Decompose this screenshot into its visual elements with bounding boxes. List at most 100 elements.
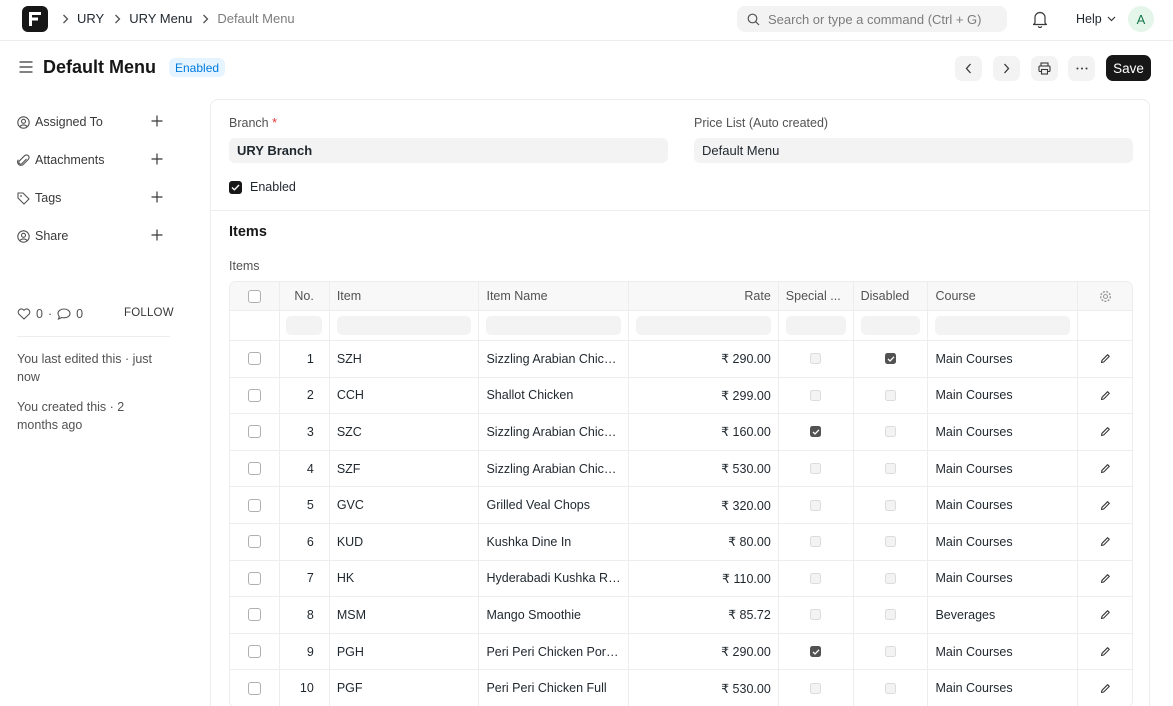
notifications-bell[interactable] — [1032, 10, 1048, 31]
row-special-cell[interactable] — [779, 377, 854, 414]
enabled-checkbox-row[interactable]: Enabled — [229, 180, 296, 194]
row-item-code[interactable]: MSM — [330, 597, 480, 633]
row-special-checkbox[interactable] — [810, 682, 822, 694]
row-edit-button[interactable] — [1078, 670, 1132, 706]
row-select-cell[interactable] — [230, 560, 280, 597]
row-disabled-checkbox[interactable] — [885, 499, 897, 511]
row-disabled-checkbox[interactable] — [885, 389, 897, 401]
row-select-cell[interactable] — [230, 523, 280, 560]
row-select-cell[interactable] — [230, 414, 280, 450]
row-special-checkbox[interactable] — [810, 646, 822, 658]
row-disabled-checkbox[interactable] — [885, 536, 897, 548]
row-rate[interactable]: ₹ 160.00 — [629, 414, 779, 450]
prev-doc-button[interactable] — [955, 56, 982, 81]
help-dropdown[interactable]: Help — [1076, 12, 1116, 26]
row-item-name-cell[interactable]: Sizzling Arabian Chicken Quarter — [479, 414, 630, 450]
row-edit-button[interactable] — [1078, 634, 1132, 670]
plus-icon[interactable] — [151, 229, 163, 244]
row-select-cell[interactable] — [230, 670, 280, 706]
row-rate[interactable]: ₹ 530.00 — [629, 450, 779, 487]
row-course[interactable]: Main Courses — [928, 377, 1079, 414]
row-course[interactable]: Beverages — [928, 597, 1079, 633]
row-disabled-cell[interactable] — [854, 670, 929, 706]
grid-header-select-all[interactable] — [230, 282, 280, 310]
row-edit-button[interactable] — [1078, 561, 1132, 597]
table-row[interactable]: 9 PGH Peri Peri Chicken Portion ₹ 290.00… — [230, 633, 1132, 671]
row-disabled-checkbox[interactable] — [885, 646, 897, 658]
row-item-code[interactable]: PGF — [330, 670, 480, 706]
row-rate[interactable]: ₹ 85.72 — [629, 597, 779, 633]
col-header-item[interactable]: Item — [330, 282, 480, 310]
awesome-bar[interactable] — [737, 6, 1007, 32]
row-special-checkbox[interactable] — [810, 499, 822, 511]
sidebar-item-attachments[interactable]: Attachments — [17, 150, 167, 170]
row-special-cell[interactable] — [779, 523, 854, 560]
row-select-cell[interactable] — [230, 633, 280, 670]
row-select-checkbox[interactable] — [247, 571, 261, 585]
table-row[interactable]: 1 SZH Sizzling Arabian Chicken Half ₹ 29… — [230, 341, 1132, 378]
row-item-code[interactable]: PGH — [330, 633, 480, 670]
row-item-code[interactable]: SZF — [330, 450, 480, 487]
row-item-name-cell[interactable]: Peri Peri Chicken Portion — [479, 633, 630, 670]
row-select-checkbox[interactable] — [247, 425, 261, 439]
row-item-name-cell[interactable]: Grilled Veal Chops — [479, 487, 630, 523]
row-special-checkbox[interactable] — [810, 572, 822, 584]
row-item-name-cell[interactable]: Sizzling Arabian Chicken Full — [479, 450, 630, 487]
row-edit-button[interactable] — [1078, 524, 1132, 560]
table-row[interactable]: 7 HK Hyderabadi Kushka Rice ₹ 110.00 Mai… — [230, 560, 1132, 598]
row-item-code[interactable]: HK — [330, 560, 480, 597]
select-all-checkbox[interactable] — [247, 289, 261, 303]
plus-icon[interactable] — [151, 115, 163, 130]
row-select-checkbox[interactable] — [247, 498, 261, 512]
col-header-item-name[interactable]: Item Name — [479, 282, 630, 310]
row-rate[interactable]: ₹ 530.00 — [629, 670, 779, 706]
row-select-cell[interactable] — [230, 450, 280, 487]
table-row[interactable]: 8 MSM Mango Smoothie ₹ 85.72 Beverages — [230, 597, 1132, 634]
filter-special[interactable] — [779, 311, 854, 340]
row-rate[interactable]: ₹ 80.00 — [629, 523, 779, 560]
row-rate[interactable]: ₹ 320.00 — [629, 487, 779, 523]
table-row[interactable]: 6 KUD Kushka Dine In ₹ 80.00 Main Course… — [230, 523, 1132, 561]
row-special-cell[interactable] — [779, 560, 854, 597]
plus-icon[interactable] — [151, 191, 163, 206]
row-disabled-cell[interactable] — [854, 597, 929, 633]
row-select-cell[interactable] — [230, 377, 280, 414]
row-disabled-checkbox[interactable] — [885, 463, 897, 475]
row-course[interactable]: Main Courses — [928, 633, 1079, 670]
filter-disabled[interactable] — [854, 311, 929, 340]
row-disabled-checkbox[interactable] — [885, 426, 897, 438]
row-course[interactable]: Main Courses — [928, 487, 1079, 523]
row-course[interactable]: Main Courses — [928, 341, 1079, 377]
filter-course[interactable] — [928, 311, 1079, 340]
row-select-checkbox[interactable] — [247, 462, 261, 476]
breadcrumb-default-menu[interactable]: Default Menu — [217, 11, 294, 26]
row-disabled-cell[interactable] — [854, 487, 929, 523]
table-row[interactable]: 5 GVC Grilled Veal Chops ₹ 320.00 Main C… — [230, 487, 1132, 524]
row-item-name-cell[interactable]: Hyderabadi Kushka Rice — [479, 560, 630, 597]
row-select-checkbox[interactable] — [247, 388, 261, 402]
col-header-special[interactable]: Special ... — [779, 282, 854, 310]
row-select-checkbox[interactable] — [247, 535, 261, 549]
table-row[interactable]: 10 PGF Peri Peri Chicken Full ₹ 530.00 M… — [230, 670, 1132, 706]
follow-button[interactable]: FOLLOW — [124, 307, 174, 319]
row-edit-button[interactable] — [1078, 414, 1132, 450]
row-special-cell[interactable] — [779, 450, 854, 487]
sidebar-item-assigned-to[interactable]: Assigned To — [17, 112, 167, 132]
row-disabled-checkbox[interactable] — [885, 682, 897, 694]
sidebar-item-tags[interactable]: Tags — [17, 188, 167, 208]
row-select-cell[interactable] — [230, 487, 280, 523]
row-edit-button[interactable] — [1078, 451, 1132, 487]
row-item-name-cell[interactable]: Shallot Chicken — [479, 377, 630, 414]
row-edit-button[interactable] — [1078, 341, 1132, 377]
row-item-code[interactable]: KUD — [330, 523, 480, 560]
row-select-checkbox[interactable] — [247, 352, 261, 366]
row-special-checkbox[interactable] — [810, 426, 822, 438]
row-special-checkbox[interactable] — [810, 463, 822, 475]
enabled-checkbox[interactable] — [229, 180, 242, 194]
branch-field[interactable]: URY Branch — [229, 138, 668, 163]
row-item-code[interactable]: SZC — [330, 414, 480, 450]
row-disabled-checkbox[interactable] — [885, 572, 897, 584]
more-actions-button[interactable] — [1068, 56, 1095, 81]
table-row[interactable]: 2 CCH Shallot Chicken ₹ 299.00 Main Cour… — [230, 377, 1132, 415]
print-button[interactable] — [1031, 56, 1058, 81]
